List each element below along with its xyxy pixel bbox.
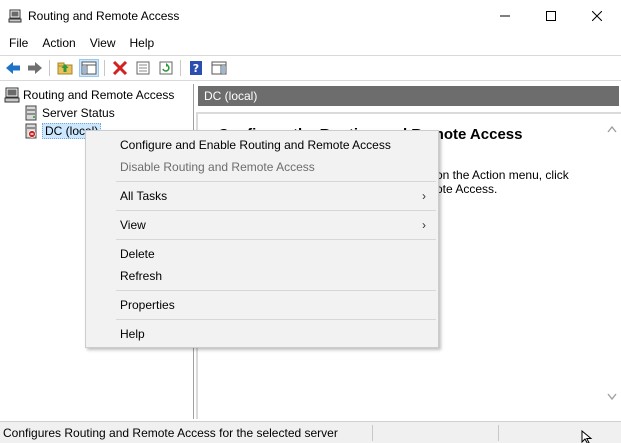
ctx-view[interactable]: View › (86, 214, 438, 236)
tree-root-rras[interactable]: Routing and Remote Access (4, 86, 174, 103)
show-hide-tree-icon (81, 61, 97, 75)
status-separator (498, 425, 499, 441)
rras-server-icon (8, 9, 22, 23)
scroll-up-icon[interactable] (607, 124, 617, 136)
refresh-icon (159, 61, 173, 75)
show-hide-action-pane-icon (211, 61, 227, 75)
menu-help[interactable]: Help (123, 32, 162, 54)
ctx-separator (116, 210, 436, 211)
ctx-separator (116, 239, 436, 240)
help-icon: ? (190, 61, 202, 75)
ctx-properties[interactable]: Properties (86, 294, 438, 316)
result-pane-header: DC (local) (198, 86, 619, 106)
toolbar-separator (180, 60, 181, 76)
ctx-all-tasks[interactable]: All Tasks › (86, 185, 438, 207)
forward-arrow-icon (28, 62, 42, 74)
menu-file[interactable]: File (2, 32, 35, 54)
context-menu: Configure and Enable Routing and Remote … (85, 130, 439, 348)
resize-grip-icon[interactable] (580, 429, 594, 443)
delete-button[interactable] (110, 59, 130, 77)
minimize-button[interactable] (482, 0, 528, 32)
ctx-separator (116, 181, 436, 182)
ctx-item-label: Refresh (120, 269, 163, 283)
tree-item-label: Server Status (42, 105, 115, 120)
submenu-arrow-icon: › (422, 218, 426, 232)
back-arrow-icon (6, 62, 20, 74)
show-hide-action-pane-button[interactable] (209, 59, 229, 77)
ctx-configure-enable[interactable]: Configure and Enable Routing and Remote … (86, 134, 438, 156)
title-bar: Routing and Remote Access (0, 0, 621, 32)
ctx-help[interactable]: Help (86, 323, 438, 345)
refresh-button[interactable] (156, 59, 176, 77)
back-button[interactable] (3, 59, 23, 77)
status-text: Configures Routing and Remote Access for… (3, 426, 338, 440)
up-one-level-button[interactable] (55, 59, 75, 77)
ctx-item-label: All Tasks (120, 189, 168, 203)
tree-root-label: Routing and Remote Access (23, 87, 175, 102)
toolbar: ? (0, 55, 621, 81)
ctx-item-label: View (120, 218, 146, 232)
tree-item-server-status[interactable]: Server Status (23, 104, 115, 121)
up-folder-icon (57, 62, 73, 75)
submenu-arrow-icon: › (422, 189, 426, 203)
status-separator (372, 425, 373, 441)
menu-action[interactable]: Action (35, 32, 82, 54)
ctx-disable-routing: Disable Routing and Remote Access (86, 156, 438, 178)
ctx-separator (116, 290, 436, 291)
ctx-item-label: Help (120, 327, 145, 341)
menu-bar: File Action View Help (0, 32, 621, 54)
show-hide-tree-button[interactable] (79, 59, 99, 77)
window-title: Routing and Remote Access (28, 9, 180, 23)
ctx-item-label: Delete (120, 247, 155, 261)
svg-text:?: ? (193, 62, 199, 75)
maximize-button[interactable] (528, 0, 574, 32)
toolbar-separator (104, 60, 105, 76)
rras-server-icon (4, 87, 20, 103)
ctx-separator (116, 319, 436, 320)
welcome-text-line: on the Action menu, click (436, 168, 569, 182)
menu-view[interactable]: View (83, 32, 123, 54)
ctx-delete[interactable]: Delete (86, 243, 438, 265)
scroll-down-icon[interactable] (607, 392, 617, 404)
forward-button[interactable] (25, 59, 45, 77)
ctx-refresh[interactable]: Refresh (86, 265, 438, 287)
server-status-icon (23, 105, 39, 121)
server-stopped-icon (23, 123, 39, 139)
close-button[interactable] (574, 0, 620, 32)
minimize-icon (500, 15, 510, 17)
welcome-text-line: ote Access. (436, 182, 498, 196)
help-button[interactable]: ? (186, 59, 206, 77)
ctx-item-label: Disable Routing and Remote Access (120, 160, 315, 174)
ctx-item-label: Properties (120, 298, 175, 312)
status-bar: Configures Routing and Remote Access for… (0, 421, 621, 443)
properties-icon (136, 61, 150, 75)
toolbar-separator (49, 60, 50, 76)
vertical-scrollbar[interactable] (604, 114, 621, 421)
delete-icon (112, 61, 128, 75)
properties-button[interactable] (133, 59, 153, 77)
maximize-icon (546, 11, 556, 21)
ctx-item-label: Configure and Enable Routing and Remote … (120, 138, 391, 152)
close-icon (592, 11, 602, 21)
